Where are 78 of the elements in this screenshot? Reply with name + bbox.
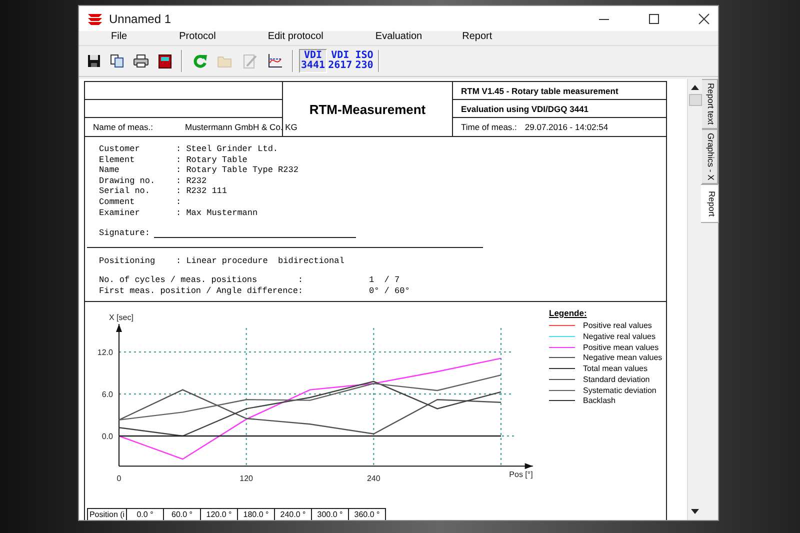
chart-icon[interactable]: [267, 53, 283, 69]
side-tab[interactable]: Report: [701, 184, 719, 224]
info-value: : Steel Grinder Ltd.: [176, 144, 278, 155]
side-tab[interactable]: Report text: [702, 79, 718, 129]
name-label: Name of meas.:: [93, 122, 153, 132]
close-icon[interactable]: [698, 12, 710, 24]
scroll-thumb[interactable]: [688, 94, 702, 106]
table-cell: 240.0 °: [274, 508, 312, 520]
legend-label: Standard deviation: [583, 374, 650, 384]
info-label: Element: [99, 154, 136, 166]
legend-label: Negative real values: [583, 332, 656, 342]
app-logo-icon: [87, 12, 103, 26]
y-axis-label: X [sec]: [109, 312, 134, 322]
info-label: Positioning: [99, 256, 156, 266]
y-tick-label: 0.0: [102, 432, 113, 441]
info-value: :: [176, 196, 182, 208]
name-value: Mustermann GmbH & Co. KG: [185, 122, 298, 132]
window-title: Unnamed 1: [109, 12, 172, 26]
info-value: : R232 111: [176, 186, 228, 197]
refresh-icon[interactable]: [192, 53, 208, 69]
save-icon[interactable]: [87, 54, 101, 68]
y-tick-label: 12.0: [97, 348, 113, 357]
table-cell: 60.0 °: [163, 508, 201, 520]
setting-value: 0° / 60°: [369, 286, 410, 297]
maximize-icon[interactable]: [648, 12, 660, 24]
report-title: RTM-Measurement: [309, 102, 426, 116]
signature-label: Signature:: [99, 228, 150, 239]
setting-label: No. of cycles / meas. positions :: [99, 275, 304, 286]
scroll-up-icon[interactable]: [691, 84, 699, 90]
x-tick-label: 240: [366, 474, 380, 483]
info-value: : Linear procedure bidirectional: [176, 256, 344, 266]
info-label: Serial no.: [99, 186, 152, 197]
menu-item[interactable]: Report: [462, 31, 492, 45]
menu-item[interactable]: File: [111, 31, 128, 45]
table-cell: 0.0 °: [126, 508, 164, 520]
printer-icon[interactable]: [133, 54, 149, 68]
x-axis-label: Pos [°]: [509, 470, 533, 479]
device-icon[interactable]: [158, 54, 172, 68]
table-cell: 180.0 °: [237, 508, 275, 520]
table-cell: Position (i: [87, 508, 127, 520]
standard-button[interactable]: ISO 230: [353, 49, 376, 73]
scroll-down-icon[interactable]: [691, 509, 699, 515]
setting-value: 1 / 7: [369, 275, 400, 286]
x-tick-label: 0: [116, 474, 122, 483]
menu-item[interactable]: Edit protocol: [268, 31, 324, 45]
table-cell: 120.0 °: [200, 508, 238, 520]
legend-label: Positive mean values: [583, 342, 659, 352]
legend-label: Positive real values: [583, 321, 652, 330]
legend-label: Negative mean values: [583, 353, 662, 362]
info-value: : Rotary Table Type R232: [176, 165, 298, 176]
legend-label: Systematic deviation: [583, 386, 656, 394]
info-label: Name: [99, 165, 120, 176]
info-label: Examiner: [99, 208, 141, 218]
program-name: RTM V1.45 - Rotary table measurement: [461, 86, 618, 96]
time-label: Time of meas.:: [461, 122, 517, 132]
side-tab[interactable]: Graphics - X: [702, 128, 718, 184]
info-label: Comment: [99, 196, 136, 208]
info-label: Drawing no.: [99, 176, 156, 186]
table-cell: 300.0 °: [311, 508, 349, 520]
vertical-scrollbar[interactable]: [687, 79, 702, 520]
table-cell: 360.0 °: [348, 508, 386, 520]
standard-button[interactable]: VDI 2617: [326, 49, 354, 73]
info-value: : R232: [176, 176, 207, 186]
menu-item[interactable]: Protocol: [179, 31, 216, 45]
legend-label: Backlash: [583, 396, 616, 406]
y-tick-label: 6.0: [102, 390, 113, 399]
info-label: Customer: [99, 144, 141, 155]
setting-label: First meas. position / Angle difference:: [99, 286, 304, 297]
info-value: : Rotary Table: [176, 154, 248, 166]
time-value: 29.07.2016 - 14:02:54: [524, 122, 608, 132]
legend-title: Legende:: [549, 308, 588, 318]
standard-button[interactable]: VDI 3441: [299, 49, 328, 73]
copy-icon[interactable]: [110, 54, 124, 68]
info-value: : Max Mustermann: [176, 208, 258, 218]
evaluation-method: Evaluation using VDI/DGQ 3441: [461, 104, 589, 114]
legend-label: Total mean values: [583, 364, 648, 374]
menu-item[interactable]: Evaluation: [375, 31, 422, 45]
x-tick-label: 120: [240, 474, 254, 483]
